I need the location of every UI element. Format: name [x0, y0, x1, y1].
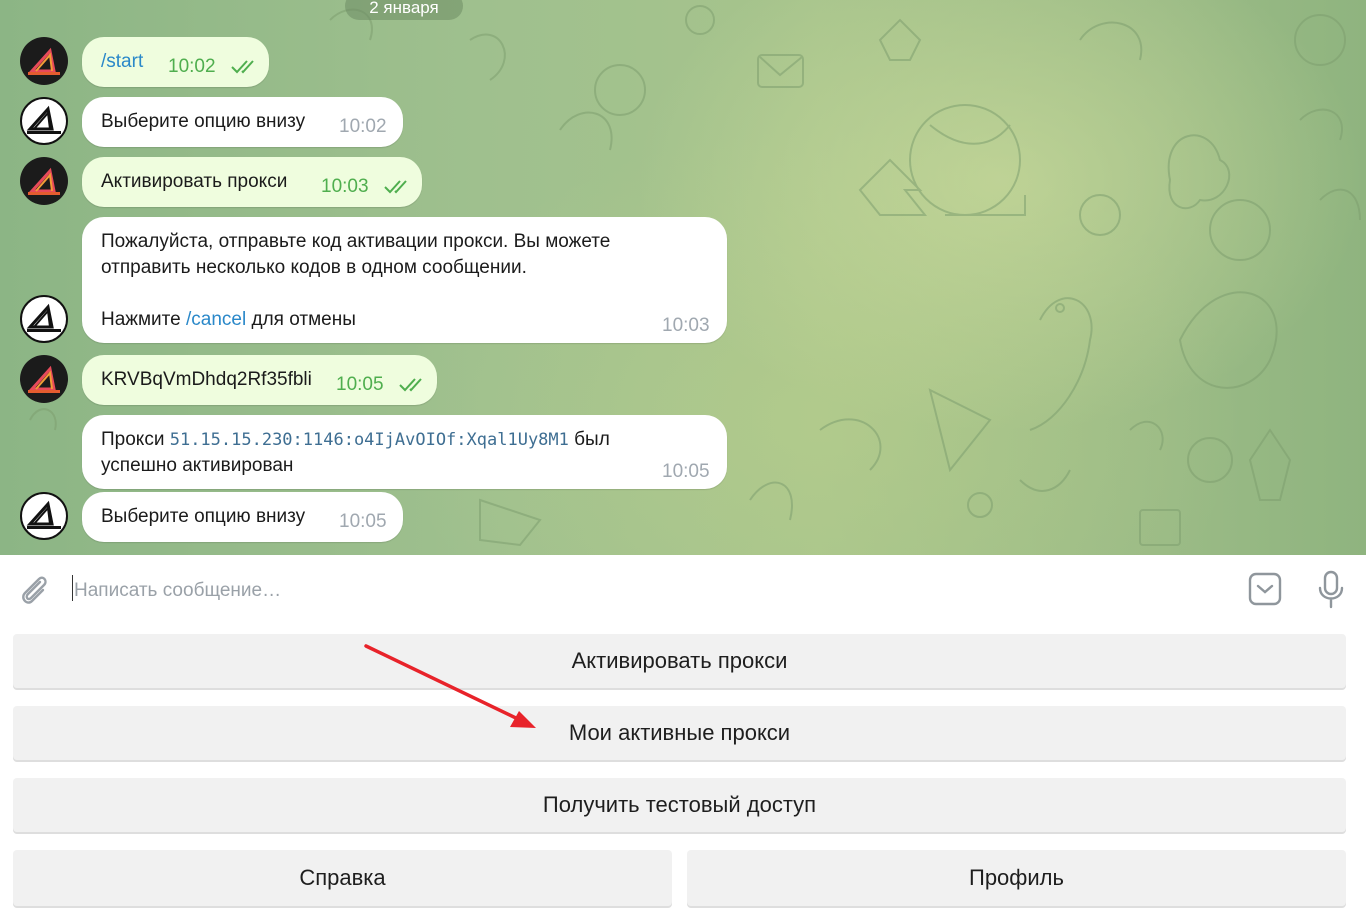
message-text-line: Прокси 51.15.15.230:1146:o4IjAvOIOf:Xqal…	[101, 429, 610, 450]
logo-triangle-icon	[26, 500, 61, 529]
get-test-access-button[interactable]: Получить тестовый доступ	[13, 778, 1346, 832]
date-separator: 2 января	[345, 0, 463, 20]
double-check-icon	[384, 180, 407, 194]
bot-avatar[interactable]	[20, 295, 68, 343]
logo-triangle-icon	[28, 47, 60, 75]
message-time: 10:02	[168, 56, 216, 77]
message-bubble-outgoing[interactable]: KRVBqVmDhdq2Rf35fbli 10:05	[82, 355, 437, 405]
message-bubble-outgoing[interactable]: Активировать прокси 10:03	[82, 157, 422, 207]
cancel-command-link[interactable]: /cancel	[186, 309, 246, 330]
text-caret	[72, 575, 73, 601]
message-text[interactable]: /start	[101, 51, 143, 72]
message-text-line: отправить несколько кодов в одном сообще…	[101, 257, 527, 278]
message-composer	[0, 555, 1366, 623]
logo-triangle-icon	[28, 365, 60, 393]
message-bubble-outgoing[interactable]: /start 10:02	[82, 37, 269, 87]
paperclip-icon[interactable]	[18, 573, 50, 607]
my-active-proxies-button[interactable]: Мои активные прокси	[13, 706, 1346, 760]
double-check-icon	[231, 60, 254, 74]
message-text-line: Нажмите /cancel для отмены	[101, 309, 356, 330]
message-text: KRVBqVmDhdq2Rf35fbli	[101, 369, 312, 390]
message-bubble-incoming[interactable]: Пожалуйста, отправьте код активации прок…	[82, 217, 727, 343]
user-avatar[interactable]	[20, 37, 68, 85]
message-time: 10:05	[336, 374, 384, 395]
microphone-icon[interactable]	[1316, 570, 1346, 610]
message-text-line: успешно активирован	[101, 455, 294, 476]
message-input[interactable]	[72, 575, 1226, 607]
bot-avatar[interactable]	[20, 492, 68, 540]
user-avatar[interactable]	[20, 157, 68, 205]
message-bubble-incoming[interactable]: Прокси 51.15.15.230:1146:o4IjAvOIOf:Xqal…	[82, 415, 727, 489]
message-time: 10:03	[321, 176, 369, 197]
activate-proxy-button[interactable]: Активировать прокси	[13, 634, 1346, 688]
bot-avatar[interactable]	[20, 97, 68, 145]
bot-keyboard-icon[interactable]	[1248, 572, 1282, 606]
message-bubble-incoming[interactable]: Выберите опцию внизу 10:02	[82, 97, 403, 147]
message-time: 10:02	[339, 116, 387, 137]
user-avatar[interactable]	[20, 355, 68, 403]
logo-triangle-icon	[26, 303, 61, 332]
message-text-line: Пожалуйста, отправьте код активации прок…	[101, 231, 611, 252]
message-text: Активировать прокси	[101, 171, 288, 192]
message-text: Выберите опцию внизу	[101, 111, 306, 132]
logo-triangle-icon	[26, 105, 61, 134]
logo-triangle-icon	[28, 167, 60, 195]
message-time: 10:03	[662, 315, 710, 336]
proxy-code[interactable]: 51.15.15.230:1146:o4IjAvOIOf:Xqal1Uy8M1	[170, 430, 569, 450]
message-text: Выберите опцию внизу	[101, 506, 306, 527]
profile-button[interactable]: Профиль	[687, 850, 1346, 906]
help-button[interactable]: Справка	[13, 850, 672, 906]
chat-area[interactable]: 2 января /start 10:02 Выберите опцию вни…	[0, 0, 1366, 555]
message-time: 10:05	[339, 511, 387, 532]
message-bubble-incoming[interactable]: Выберите опцию внизу 10:05	[82, 492, 403, 542]
double-check-icon	[399, 378, 422, 392]
message-time: 10:05	[662, 461, 710, 482]
